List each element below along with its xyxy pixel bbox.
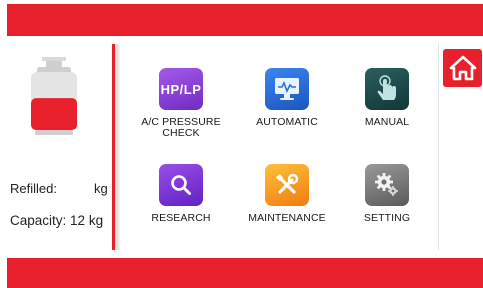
search-icon xyxy=(159,164,203,206)
right-divider xyxy=(438,44,439,250)
left-divider xyxy=(112,44,120,250)
hp-lp-icon: HP/LP xyxy=(159,68,203,110)
tile-label: MAINTENANCE xyxy=(248,212,326,224)
refilled-label: Refilled: xyxy=(10,181,57,196)
tile-manual[interactable]: MANUAL xyxy=(337,68,437,128)
refilled-line: Refilled: kg xyxy=(10,181,108,196)
capacity-label: Capacity: xyxy=(10,213,67,228)
home-button[interactable] xyxy=(443,49,482,87)
hp-lp-icon-text: HP/LP xyxy=(160,81,202,97)
tools-icon xyxy=(265,164,309,206)
tile-label: A/C PRESSURE CHECK xyxy=(131,117,231,139)
tile-ac-pressure-check[interactable]: HP/LP A/C PRESSURE CHECK xyxy=(131,68,231,139)
refilled-unit: kg xyxy=(94,181,108,196)
tile-label: SETTING xyxy=(363,212,411,224)
tile-automatic[interactable]: AUTOMATIC xyxy=(237,68,337,128)
capacity-line: Capacity: 12 kg xyxy=(10,213,103,228)
monitor-icon xyxy=(265,68,309,110)
tile-label: RESEARCH xyxy=(151,212,211,224)
home-icon xyxy=(449,55,476,81)
tile-label: MANUAL xyxy=(364,116,410,128)
tile-label: AUTOMATIC xyxy=(256,116,318,128)
tile-label-line2: CHECK xyxy=(162,127,200,139)
gear-icon xyxy=(365,164,409,206)
gas-tank-icon xyxy=(31,57,77,135)
header-bar xyxy=(7,4,483,36)
tile-setting[interactable]: SETTING xyxy=(337,164,437,224)
tile-maintenance[interactable]: MAINTENANCE xyxy=(237,164,337,224)
capacity-value: 12 kg xyxy=(70,213,104,228)
footer-bar xyxy=(7,258,483,288)
tile-research[interactable]: RESEARCH xyxy=(131,164,231,224)
hand-touch-icon xyxy=(365,68,409,110)
